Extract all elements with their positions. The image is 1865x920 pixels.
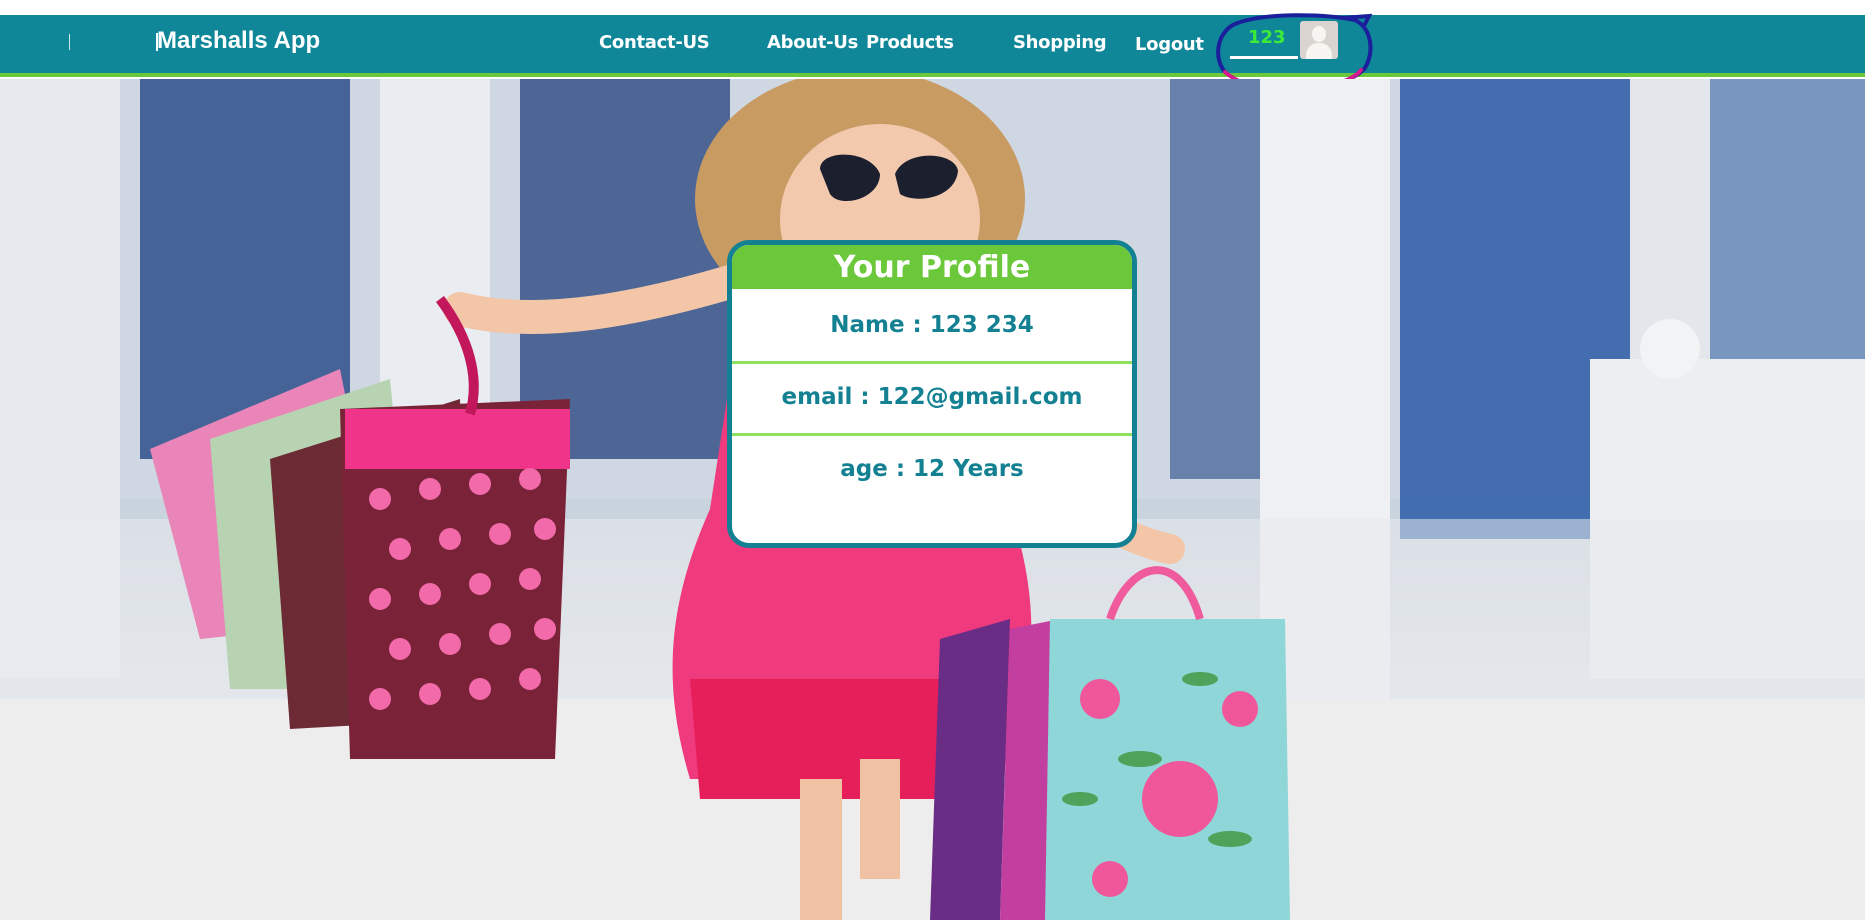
user-avatar-icon[interactable] bbox=[1300, 21, 1338, 59]
nav-link-about[interactable]: About-Us bbox=[767, 32, 858, 53]
navbar-divider bbox=[69, 34, 70, 50]
brand-logo[interactable]: Marshalls App bbox=[157, 27, 320, 55]
user-name-underline bbox=[1230, 56, 1298, 59]
profile-card-title: Your Profile bbox=[732, 245, 1132, 292]
nav-link-products[interactable]: Products bbox=[866, 32, 954, 53]
nav-link-logout[interactable]: Logout bbox=[1135, 34, 1204, 55]
profile-name: Name : 123 234 bbox=[732, 292, 1132, 364]
nav-link-shopping[interactable]: Shopping bbox=[1013, 32, 1107, 53]
profile-email: email : 122@gmail.com bbox=[732, 364, 1132, 436]
profile-age: age : 12 Years bbox=[840, 456, 1024, 482]
user-name[interactable]: 123 bbox=[1248, 27, 1286, 48]
profile-card: Your Profile Name : 123 234 email : 122@… bbox=[727, 240, 1137, 548]
nav-link-contact[interactable]: Contact-US bbox=[599, 32, 710, 53]
